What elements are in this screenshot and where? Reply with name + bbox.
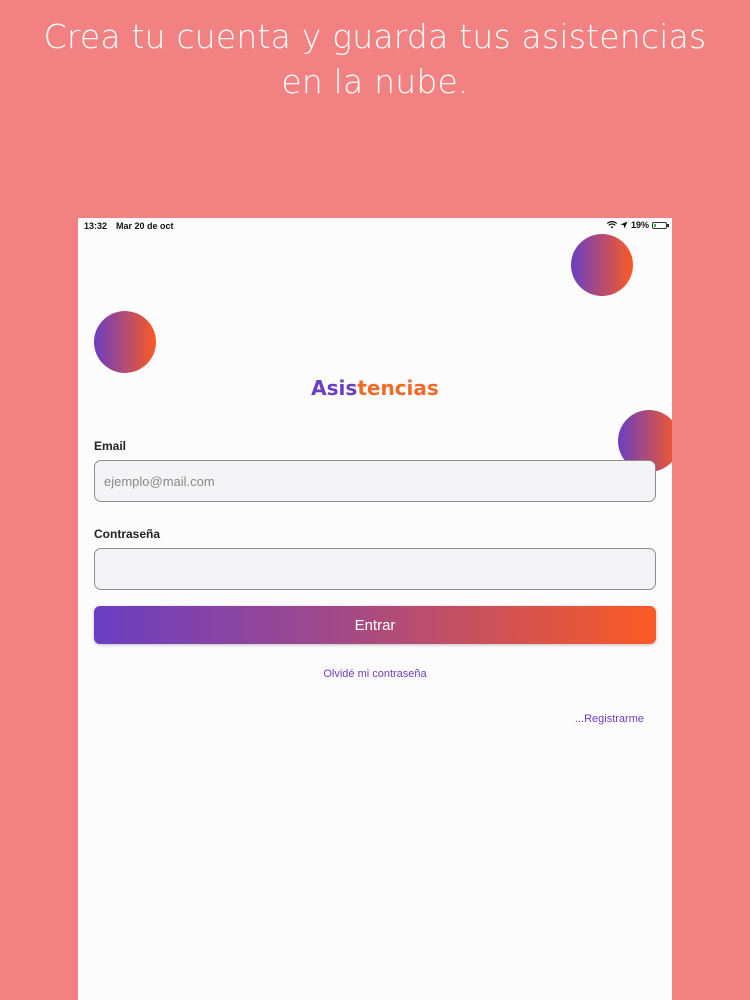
decorative-circle-top-right: [571, 234, 633, 296]
status-bar: 13:32 Mar 20 de oct 19%: [78, 218, 672, 234]
status-time: 13:32: [84, 221, 108, 231]
battery-fill: [654, 223, 656, 227]
battery-charging-icon: [652, 221, 669, 229]
promo-headline-line1: Crea tu cuenta y guarda tus asistencias: [43, 17, 707, 56]
app-title-part2: tencias: [357, 376, 439, 400]
location-arrow-icon: [620, 221, 628, 229]
password-field[interactable]: [94, 548, 656, 590]
app-logo-title: Asistencias: [78, 376, 672, 400]
status-date: Mar 20 de oct: [116, 221, 174, 231]
wifi-icon: [606, 221, 617, 229]
email-field[interactable]: [94, 460, 656, 502]
register-link[interactable]: ...Registrarme: [575, 713, 644, 725]
forgot-password-link[interactable]: Olvidé mi contraseña: [78, 668, 672, 680]
promo-headline: Crea tu cuenta y guarda tus asistencias …: [0, 14, 750, 104]
decorative-circle-left: [94, 311, 156, 373]
device-screen: 13:32 Mar 20 de oct 19% Asistencias Emai…: [78, 218, 672, 1000]
app-title-part1: Asis: [311, 376, 358, 400]
login-button[interactable]: Entrar: [94, 606, 656, 644]
promo-headline-line2: en la nube.: [281, 62, 469, 101]
battery-percent: 19%: [630, 220, 649, 230]
status-right-group: 19%: [606, 220, 669, 230]
password-label: Contraseña: [94, 527, 161, 541]
email-label: Email: [94, 439, 127, 453]
